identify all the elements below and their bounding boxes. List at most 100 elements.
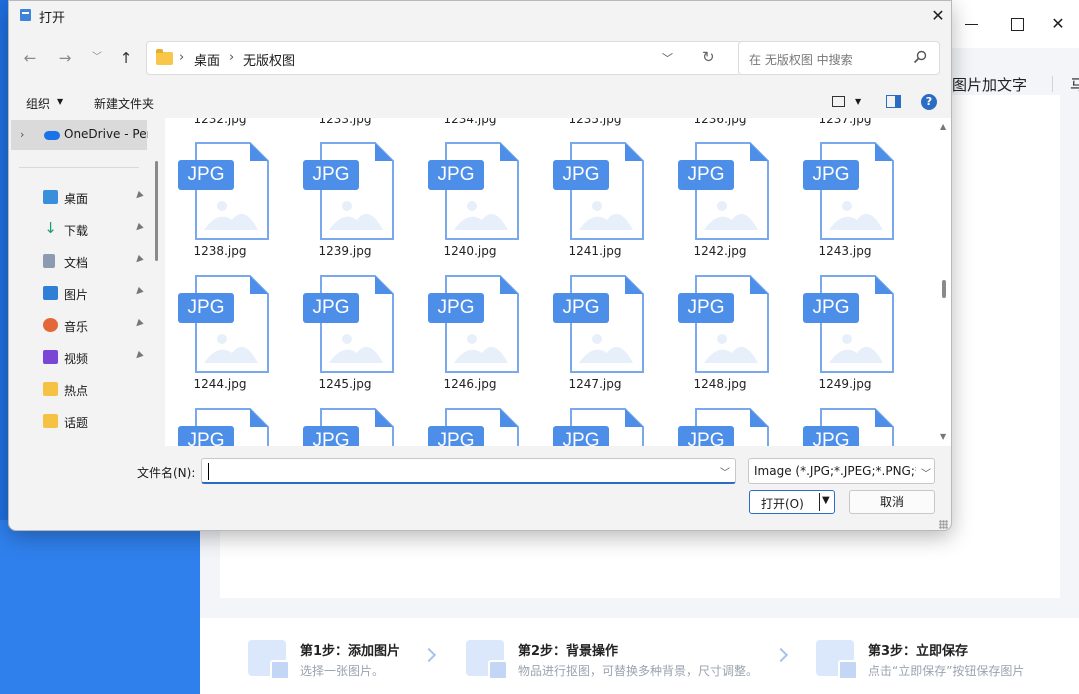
back-arrow-icon[interactable]: ← [19, 47, 41, 69]
preview-pane-icon[interactable] [886, 95, 901, 108]
open-button-label: 打开(O) [761, 497, 804, 511]
filename-input[interactable] [201, 458, 736, 484]
file-item[interactable]: JPG 1244.jpg [165, 275, 275, 403]
minimize-icon[interactable] [960, 12, 984, 36]
nav-item-music[interactable]: 音乐 ▼ [9, 312, 149, 340]
file-list-scrollbar[interactable]: ▲ ▼ [937, 118, 951, 446]
chevron-down-icon[interactable]: ﹀ [921, 465, 931, 480]
scroll-up-icon[interactable]: ▲ [940, 122, 946, 131]
file-type-select[interactable]: Image (*.JPG;*.JPEG;*.PNG;*.BMP) ﹀ [748, 458, 935, 484]
file-list: JPG1232.jpgJPG1233.jpgJPG1234.jpgJPG1235… [165, 118, 937, 446]
nav-item-label: OneDrive - Per [64, 127, 148, 141]
file-item[interactable]: JPG 1240.jpg [415, 142, 525, 270]
file-item[interactable]: JPG 1245.jpg [290, 275, 400, 403]
file-item[interactable]: JPG 1249.jpg [790, 275, 900, 403]
chevron-right-icon[interactable]: › [179, 50, 184, 65]
file-name: 1232.jpg [193, 118, 247, 126]
refresh-icon[interactable]: ↻ [702, 48, 715, 66]
caret-down-icon[interactable]: ▼ [822, 495, 830, 506]
file-item[interactable]: JPG 1238.jpg [165, 142, 275, 270]
search-icon[interactable] [913, 50, 927, 64]
file-item[interactable]: JPG [790, 408, 900, 446]
open-button[interactable]: 打开(O) ▼ [749, 490, 835, 514]
jpg-badge: JPG [553, 293, 609, 323]
jpg-file-icon: JPG [553, 142, 645, 242]
jpg-badge: JPG [678, 160, 734, 190]
close-icon[interactable]: ✕ [1046, 12, 1070, 36]
jpg-badge: JPG [803, 426, 859, 446]
maximize-icon[interactable] [1005, 12, 1029, 36]
forward-arrow-icon[interactable]: → [54, 47, 76, 69]
caret-down-icon[interactable]: ▼ [57, 97, 63, 106]
chevron-right-icon[interactable]: › [229, 50, 234, 65]
chevron-right-icon[interactable]: › [20, 128, 24, 141]
step-desc: 选择一张图片。 [300, 664, 385, 678]
file-item[interactable]: JPG1234.jpg [415, 118, 525, 138]
nav-scrollbar-thumb[interactable] [155, 161, 158, 261]
document-icon [43, 254, 55, 268]
file-item[interactable]: JPG1233.jpg [290, 118, 400, 138]
chevron-down-icon[interactable]: ﹀ [720, 464, 730, 479]
pin-icon: ▼ [132, 254, 145, 266]
app-tab-next[interactable]: 马 [1070, 74, 1079, 95]
jpg-file-icon: JPG [678, 408, 770, 446]
jpg-badge: JPG [178, 293, 234, 323]
pin-icon: ▼ [132, 350, 145, 362]
step-title: 第2步：背景操作 [518, 644, 619, 659]
jpg-file-icon: JPG [678, 142, 770, 242]
file-item[interactable]: JPG 1246.jpg [415, 275, 525, 403]
breadcrumb-desktop[interactable]: 桌面 [194, 50, 220, 69]
up-arrow-icon[interactable]: ↑ [115, 47, 137, 69]
nav-item-documents[interactable]: 文档 ▼ [9, 248, 149, 276]
jpg-file-icon: JPG [303, 275, 395, 375]
file-item[interactable]: JPG1237.jpg [790, 118, 900, 138]
nav-item-desktop[interactable]: 桌面 ▼ [9, 184, 149, 212]
help-icon[interactable]: ? [921, 94, 937, 110]
scroll-down-icon[interactable]: ▼ [940, 432, 946, 441]
file-item[interactable]: JPG 1248.jpg [665, 275, 775, 403]
file-item[interactable]: JPG 1241.jpg [540, 142, 650, 270]
file-item[interactable]: JPG 1247.jpg [540, 275, 650, 403]
file-item[interactable]: JPG 1239.jpg [290, 142, 400, 270]
file-item[interactable]: JPG [665, 408, 775, 446]
file-item[interactable]: JPG 1243.jpg [790, 142, 900, 270]
file-name: 1240.jpg [443, 244, 497, 258]
nav-item-pictures[interactable]: 图片 ▼ [9, 280, 149, 308]
chevron-down-icon[interactable]: ﹀ [662, 50, 673, 66]
video-icon [43, 350, 58, 364]
jpg-file-icon: JPG [803, 408, 895, 446]
jpg-file-icon: JPG [428, 142, 520, 242]
file-item[interactable]: JPG [290, 408, 400, 446]
nav-item-label: 桌面 [64, 192, 89, 206]
address-bar[interactable]: › 桌面 › 无版权图 ﹀ ↻ [146, 41, 742, 75]
file-item[interactable]: JPG1236.jpg [665, 118, 775, 138]
resize-grip-icon[interactable] [939, 520, 948, 529]
file-name: 1236.jpg [693, 118, 747, 126]
file-item[interactable]: JPG1235.jpg [540, 118, 650, 138]
nav-item-hotspot[interactable]: 热点 [9, 376, 149, 404]
close-icon[interactable]: ✕ [925, 3, 951, 29]
search-input[interactable]: 在 无版权图 中搜索 [738, 41, 940, 75]
organize-button[interactable]: 组织 [26, 95, 50, 112]
caret-down-icon[interactable]: ▼ [855, 97, 861, 106]
file-item[interactable]: JPG [540, 408, 650, 446]
file-item[interactable]: JPG [415, 408, 525, 446]
file-item[interactable]: JPG1232.jpg [165, 118, 275, 138]
jpg-file-icon: JPG [678, 275, 770, 375]
nav-item-videos[interactable]: 视频 ▼ [9, 344, 149, 372]
nav-item-downloads[interactable]: ↓ 下载 ▼ [9, 216, 149, 244]
nav-item-onedrive[interactable]: › OneDrive - Per [11, 120, 148, 150]
nav-item-label: 下载 [64, 224, 89, 238]
chevron-down-icon[interactable]: ﹀ [86, 47, 108, 69]
view-mode-icon[interactable] [832, 96, 845, 107]
jpg-badge: JPG [428, 160, 484, 190]
jpg-file-icon: JPG [553, 275, 645, 375]
scrollbar-thumb[interactable] [942, 280, 946, 298]
file-item[interactable]: JPG 1242.jpg [665, 142, 775, 270]
app-tab-add-text[interactable]: 图片加文字 [952, 74, 1027, 95]
cancel-button[interactable]: 取消 [849, 490, 935, 514]
nav-item-topics[interactable]: 话题 [9, 408, 149, 436]
new-folder-button[interactable]: 新建文件夹 [94, 95, 154, 112]
breadcrumb-folder[interactable]: 无版权图 [243, 50, 295, 69]
file-item[interactable]: JPG [165, 408, 275, 446]
